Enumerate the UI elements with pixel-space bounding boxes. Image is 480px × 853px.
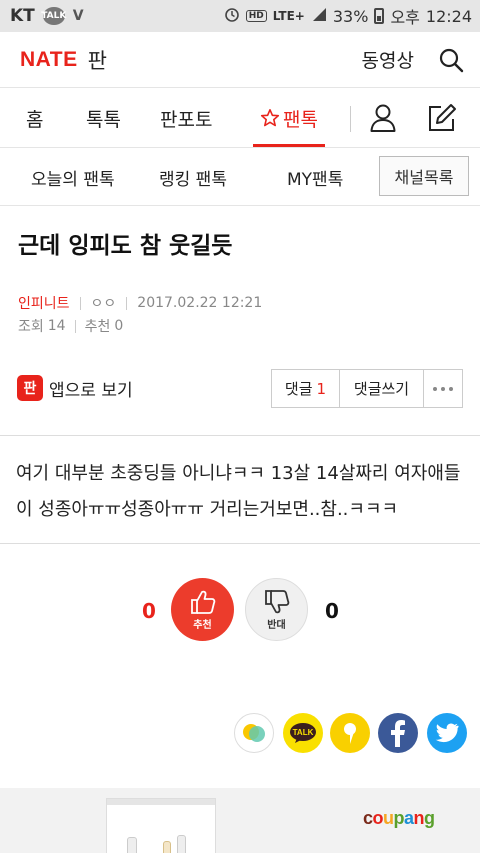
write-icon[interactable] <box>426 88 458 148</box>
comments-count: 1 <box>316 379 327 398</box>
star-icon <box>260 108 280 128</box>
views-label: 조회 <box>18 319 44 335</box>
more-options-button[interactable] <box>424 370 462 407</box>
nav-tab-home[interactable]: 홈 <box>26 88 43 148</box>
channel-list-button[interactable]: 채널목록 <box>379 156 469 196</box>
oppose-vote-count: 0 <box>325 599 339 623</box>
nav-tab-fantalk[interactable]: 팬톡 <box>260 88 318 148</box>
comments-button[interactable]: 댓글 1 <box>272 370 340 407</box>
kakaotalk-icon[interactable]: TALK <box>283 713 323 753</box>
thumbs-down-icon <box>263 589 291 615</box>
coupang-logo[interactable]: coupang <box>363 808 435 829</box>
sub-nav: 오늘의 팬톡 랭킹 팬톡 MY팬톡 채널목록 <box>0 148 480 206</box>
twitter-icon[interactable] <box>427 713 467 753</box>
ad-product-image <box>106 798 216 853</box>
site-header: NATE 판 동영상 <box>0 32 480 88</box>
subnav-my-fantalk[interactable]: MY팬톡 <box>287 148 343 206</box>
comment-actions: 댓글 1 댓글쓰기 <box>271 369 463 408</box>
v-notification-icon: V <box>72 8 84 24</box>
hd-icon: HD <box>245 10 267 22</box>
views-count: 14 <box>47 318 66 334</box>
meta-divider <box>126 296 128 310</box>
comments-label: 댓글 <box>284 380 313 398</box>
article-stats: 조회 14 추천 0 <box>18 316 123 336</box>
subnav-label: MY팬톡 <box>287 169 344 190</box>
thumbs-up-icon <box>189 589 217 615</box>
nate-logo[interactable]: NATE <box>20 48 78 72</box>
more-icon <box>433 386 453 391</box>
nav-tab-panphoto[interactable]: 판포토 <box>160 88 212 148</box>
subnav-label: 오늘의 팬톡 <box>31 169 115 190</box>
status-bar: KT TALK V HD LTE+ 33% 오후 12:24 <box>0 0 480 32</box>
pan-app-icon: 판 <box>17 375 43 401</box>
recommend-label: 추천 <box>193 619 212 631</box>
carrier-label: KT <box>10 6 35 26</box>
talk-notification-icon: TALK <box>41 7 66 25</box>
recommend-count: 0 <box>114 318 124 334</box>
content-divider <box>0 543 480 544</box>
write-comment-label: 댓글쓰기 <box>353 380 410 398</box>
pan-section-title[interactable]: 판 <box>88 45 107 75</box>
alarm-icon <box>224 6 240 26</box>
network-label: LTE+ <box>272 9 305 23</box>
subnav-ranking-fantalk[interactable]: 랭킹 팬톡 <box>159 148 227 206</box>
clock-label: 12:24 <box>425 6 472 26</box>
meta-divider <box>79 296 81 310</box>
active-tab-indicator <box>253 144 325 147</box>
nav-tab-label: 판포토 <box>160 108 213 131</box>
open-in-app-label: 앱으로 보기 <box>49 380 133 401</box>
nav-tab-label: 팬톡 <box>283 108 318 131</box>
nav-divider <box>350 106 351 132</box>
user-icon[interactable] <box>368 88 398 148</box>
nav-tab-toktok[interactable]: 톡톡 <box>86 88 121 148</box>
subnav-today-fantalk[interactable]: 오늘의 팬톡 <box>31 148 115 206</box>
article-nickname: ㅇㅇ <box>90 296 117 312</box>
recommend-label: 추천 <box>84 319 111 335</box>
article-title: 근데 잉피도 참 웃길듯 <box>18 233 233 259</box>
write-comment-button[interactable]: 댓글쓰기 <box>340 370 424 407</box>
kakaostory-icon[interactable] <box>234 713 274 753</box>
article-body: 여기 대부분 초중딩들 아니냐ㅋㅋ 13살 14살짜리 여자애들이 성종아ㅠㅠ성… <box>16 463 461 520</box>
open-in-app-link[interactable]: 판 앱으로 보기 <box>17 375 133 401</box>
search-icon[interactable] <box>438 47 464 73</box>
facebook-icon[interactable] <box>378 713 418 753</box>
battery-icon <box>374 8 385 24</box>
oppose-button[interactable]: 반대 <box>245 578 308 641</box>
nav-tab-label: 톡톡 <box>86 108 121 131</box>
nav-tab-label: 홈 <box>26 108 44 131</box>
subnav-label: 랭킹 팬톡 <box>159 169 227 190</box>
article-meta: 인피니트 ㅇㅇ 2017.02.22 12:21 <box>18 293 262 313</box>
ampm-label: 오후 <box>390 8 420 27</box>
article-datetime: 2017.02.22 12:21 <box>137 295 263 311</box>
battery-label: 33% <box>332 6 369 26</box>
kakaopage-icon[interactable] <box>330 713 370 753</box>
video-link[interactable]: 동영상 <box>362 46 414 73</box>
article-category[interactable]: 인피니트 <box>18 293 70 313</box>
content-divider <box>0 435 480 436</box>
main-nav: 홈 톡톡 판포토 팬톡 <box>0 88 480 148</box>
signal-icon <box>311 6 327 26</box>
recommend-vote-count: 0 <box>142 599 156 623</box>
recommend-button[interactable]: 추천 <box>171 578 234 641</box>
talk-icon-text: TALK <box>293 728 314 737</box>
meta-divider <box>74 319 76 333</box>
oppose-label: 반대 <box>267 619 286 631</box>
